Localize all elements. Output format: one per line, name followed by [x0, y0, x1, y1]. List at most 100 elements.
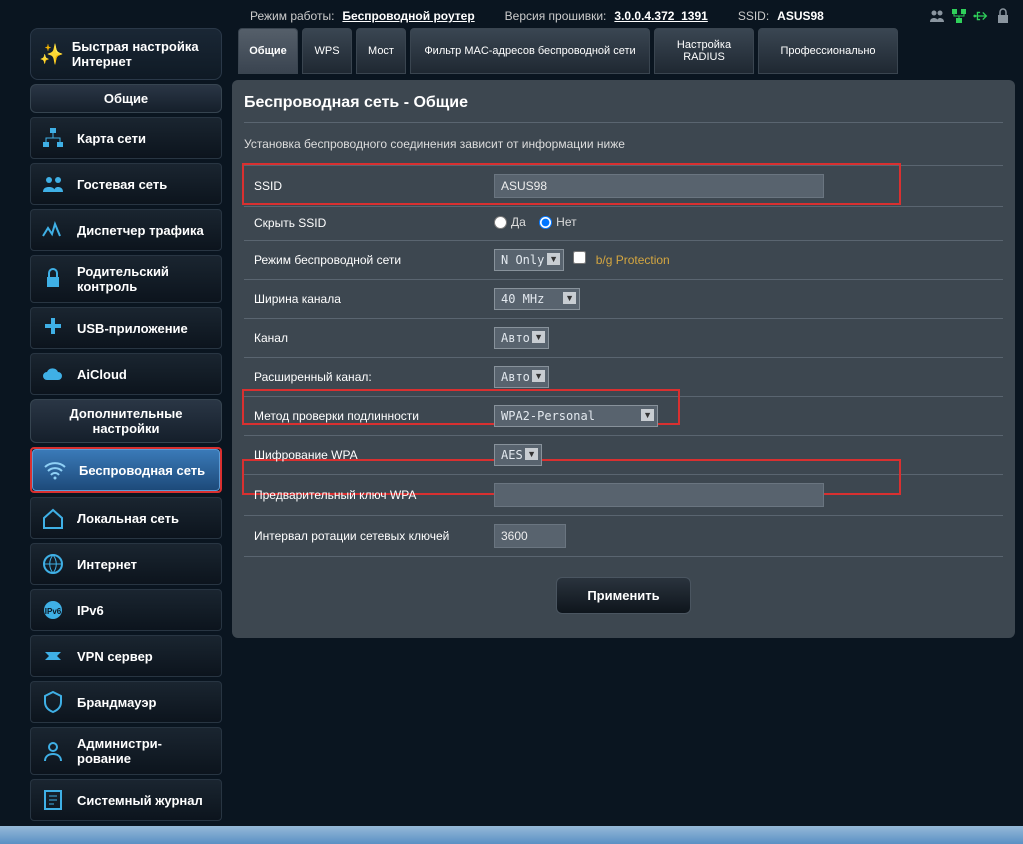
vpn-icon [41, 644, 65, 668]
globe-icon [41, 552, 65, 576]
users-icon[interactable] [929, 8, 945, 24]
nav-label: Гостевая сеть [77, 177, 167, 192]
bg-protection-label: b/g Protection [596, 253, 670, 267]
wand-icon: ✨ [39, 42, 64, 67]
tab-general[interactable]: Общие [238, 28, 298, 74]
nav-label: Локальная сеть [77, 511, 179, 526]
page-title: Беспроводная сеть - Общие [244, 94, 1003, 112]
nav-guest[interactable]: Гостевая сеть [30, 163, 222, 205]
nav-network-map[interactable]: Карта сети [30, 117, 222, 159]
cloud-icon [41, 362, 65, 386]
nav-aicloud[interactable]: AiCloud [30, 353, 222, 395]
nav-label: Интернет [77, 557, 137, 572]
nav-vpn[interactable]: VPN сервер [30, 635, 222, 677]
row-mode: Режим беспроводной сети N Only b/g Prote… [244, 240, 1003, 279]
guest-icon [41, 172, 65, 196]
hide-ssid-no[interactable]: Нет [539, 215, 576, 229]
ssid-field-label: SSID [244, 166, 484, 207]
traffic-icon [41, 218, 65, 242]
svg-text:IPv6: IPv6 [45, 607, 62, 616]
rekey-input[interactable] [494, 524, 566, 548]
auth-label: Метод проверки подлинности [244, 396, 484, 435]
psk-label: Предварительный ключ WPA [244, 474, 484, 515]
width-select[interactable]: 40 MHz [494, 288, 580, 310]
section-general: Общие [30, 84, 222, 113]
tab-bar: Общие WPS Мост Фильтр MAC-адресов беспро… [232, 28, 1015, 74]
tab-bridge[interactable]: Мост [356, 28, 406, 74]
tab-pro[interactable]: Профессионально [758, 28, 898, 74]
enc-label: Шифрование WPA [244, 435, 484, 474]
mode-select[interactable]: N Only [494, 249, 564, 271]
nav-label: Администри-рование [77, 736, 211, 766]
hide-ssid-label: Скрыть SSID [244, 207, 484, 241]
parental-icon [41, 267, 65, 291]
ipv6-icon: IPv6 [41, 598, 65, 622]
nav-ipv6[interactable]: IPv6 IPv6 [30, 589, 222, 631]
tab-radius[interactable]: Настройка RADIUS [654, 28, 754, 74]
rekey-label: Интервал ротации сетевых ключей [244, 515, 484, 556]
status-bar: Режим работы: Беспроводной роутер Версия… [0, 0, 1023, 28]
log-icon [41, 788, 65, 812]
quick-setup-button[interactable]: ✨ Быстрая настройка Интернет [30, 28, 222, 80]
mode-label: Режим работы: [250, 9, 334, 23]
nav-label: IPv6 [77, 603, 104, 618]
page-desc: Установка беспроводного соединения завис… [244, 137, 1003, 151]
ext-channel-select[interactable]: Авто [494, 366, 549, 388]
ext-channel-label: Расширенный канал: [244, 357, 484, 396]
row-channel: Канал Авто [244, 318, 1003, 357]
nav-syslog[interactable]: Системный журнал [30, 779, 222, 821]
enc-select[interactable]: AES [494, 444, 542, 466]
nav-label: VPN сервер [77, 649, 153, 664]
lock-icon[interactable] [995, 8, 1011, 24]
nav-label: USB-приложение [77, 321, 188, 336]
row-ext-channel: Расширенный канал: Авто [244, 357, 1003, 396]
row-enc: Шифрование WPA AES [244, 435, 1003, 474]
section-advanced: Дополнительные настройки [30, 399, 222, 443]
home-icon [41, 506, 65, 530]
mode-link[interactable]: Беспроводной роутер [342, 9, 474, 23]
nav-parental[interactable]: Родительский контроль [30, 255, 222, 303]
psk-input[interactable] [494, 483, 824, 507]
row-rekey: Интервал ротации сетевых ключей [244, 515, 1003, 556]
usb-icon[interactable] [973, 8, 989, 24]
ssid-value: ASUS98 [777, 9, 824, 23]
tab-macfilter[interactable]: Фильтр MAC-адресов беспроводной сети [410, 28, 650, 74]
nav-label: AiCloud [77, 367, 127, 382]
mode-field-label: Режим беспроводной сети [244, 240, 484, 279]
tab-wps[interactable]: WPS [302, 28, 352, 74]
main-content: Общие WPS Мост Фильтр MAC-адресов беспро… [232, 28, 1015, 821]
admin-icon [41, 739, 65, 763]
apply-button[interactable]: Применить [556, 577, 690, 614]
nav-usb[interactable]: USB-приложение [30, 307, 222, 349]
usb-app-icon [41, 316, 65, 340]
nav-traffic[interactable]: Диспетчер трафика [30, 209, 222, 251]
taskbar [0, 826, 1023, 844]
ssid-input[interactable] [494, 174, 824, 198]
firewall-icon [41, 690, 65, 714]
row-auth: Метод проверки подлинности WPA2-Personal [244, 396, 1003, 435]
sidebar: ✨ Быстрая настройка Интернет Общие Карта… [30, 28, 222, 821]
nav-label: Системный журнал [77, 793, 203, 808]
row-hide-ssid: Скрыть SSID Да Нет [244, 207, 1003, 241]
nav-internet[interactable]: Интернет [30, 543, 222, 585]
nav-label: Родительский контроль [77, 264, 211, 294]
nav-label: Брандмауэр [77, 695, 156, 710]
quick-setup-label: Быстрая настройка Интернет [72, 39, 213, 69]
row-ssid: SSID [244, 166, 1003, 207]
auth-select[interactable]: WPA2-Personal [494, 405, 658, 427]
bg-protection-check[interactable] [573, 251, 586, 264]
settings-panel: Беспроводная сеть - Общие Установка бесп… [232, 80, 1015, 638]
hide-ssid-yes[interactable]: Да [494, 215, 526, 229]
nav-firewall[interactable]: Брандмауэр [30, 681, 222, 723]
nav-label: Карта сети [77, 131, 146, 146]
network-icon[interactable] [951, 8, 967, 24]
channel-select[interactable]: Авто [494, 327, 549, 349]
nav-lan[interactable]: Локальная сеть [30, 497, 222, 539]
width-label: Ширина канала [244, 279, 484, 318]
ssid-label: SSID: [738, 9, 769, 23]
nav-admin[interactable]: Администри-рование [30, 727, 222, 775]
fw-link[interactable]: 3.0.0.4.372_1391 [614, 9, 707, 23]
fw-label: Версия прошивки: [505, 9, 607, 23]
nav-label: Беспроводная сеть [79, 463, 205, 478]
nav-wireless[interactable]: Беспроводная сеть [32, 449, 220, 491]
